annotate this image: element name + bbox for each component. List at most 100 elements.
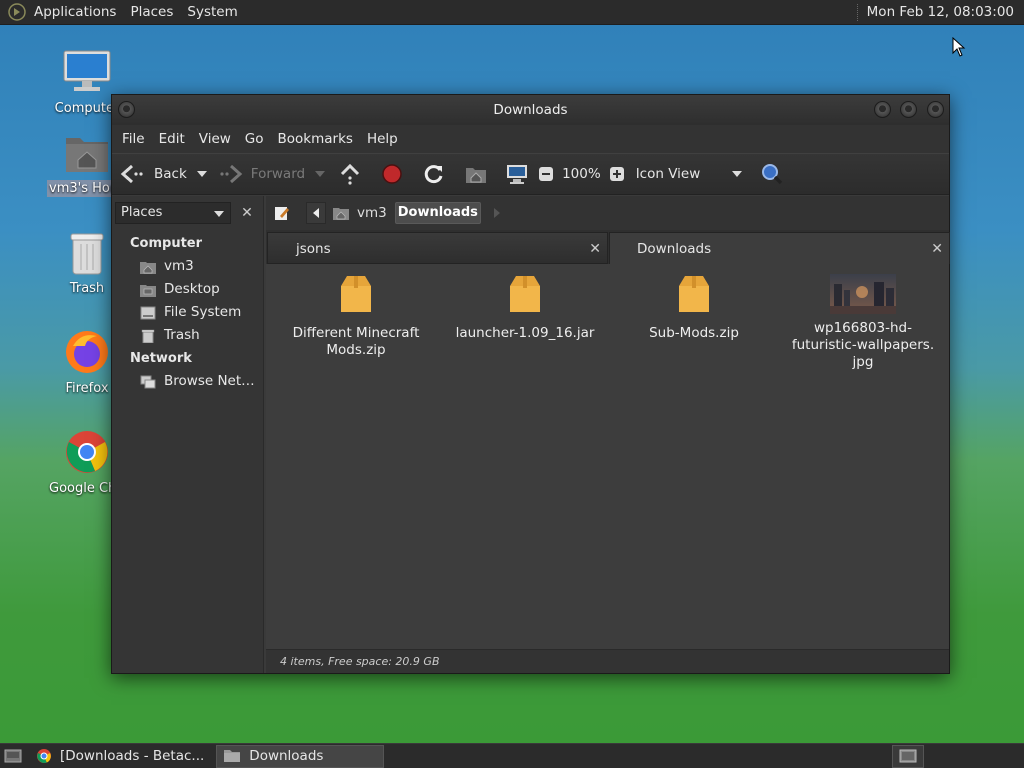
taskbar-item-label: [Downloads - Betac... [60, 748, 205, 764]
menu-view[interactable]: View [192, 131, 238, 147]
workspace-icon [899, 749, 917, 763]
menu-go[interactable]: Go [238, 131, 271, 147]
file-name: Mods.zip [326, 342, 386, 358]
menu-edit[interactable]: Edit [152, 131, 192, 147]
zoom-in-button[interactable] [609, 166, 625, 182]
crumb-downloads[interactable]: Downloads [394, 202, 481, 224]
sidebar-item-file-system[interactable]: File System [112, 301, 262, 324]
system-menu[interactable]: System [180, 0, 244, 25]
file-name: jpg [852, 354, 874, 370]
trash-icon [61, 226, 113, 278]
folder-icon [224, 750, 241, 762]
file-item[interactable]: Sub-Mods.zip [614, 274, 774, 342]
archive-icon [510, 276, 540, 312]
forward-arrow-icon [220, 164, 243, 184]
tab-downloads[interactable]: Downloads ✕ [609, 232, 950, 264]
sidebar-type-select[interactable]: Places [115, 202, 231, 224]
maximize-button[interactable] [900, 101, 917, 118]
reload-icon [424, 165, 443, 184]
tab-bar: jsons ✕ Downloads ✕ [266, 230, 950, 264]
applications-menu[interactable]: Applications [27, 0, 123, 25]
crumb-vm3[interactable]: vm3 [328, 202, 392, 224]
close-button[interactable] [927, 101, 944, 118]
menu-file[interactable]: File [115, 131, 152, 147]
home-button[interactable] [465, 164, 487, 184]
forward-button[interactable]: Forward [219, 163, 305, 185]
tab-jsons[interactable]: jsons ✕ [267, 232, 608, 264]
sidebar-type-label: Places [121, 205, 163, 220]
sidebar-item-label: vm3 [164, 258, 194, 274]
distro-logo-icon[interactable] [7, 3, 27, 21]
home-folder-icon [61, 126, 113, 178]
taskbar-item-browser[interactable]: [Downloads - Betac... [30, 745, 210, 768]
file-name: wp166803-hd- [813, 320, 912, 336]
sidebar-item-vm3[interactable]: vm3 [112, 255, 262, 278]
file-item[interactable]: wp166803-hd- futuristic-wallpapers. jpg [783, 274, 943, 371]
sidebar-item-desktop[interactable]: Desktop [112, 278, 262, 301]
computer-button[interactable] [505, 163, 529, 185]
back-button[interactable]: Back [120, 163, 187, 185]
sidebar-item-browse-network[interactable]: Browse Net… [112, 370, 262, 393]
zoom-out-icon [539, 167, 554, 181]
zoom-out-button[interactable] [538, 166, 554, 182]
zoom-level: 100% [562, 166, 601, 182]
taskbar-item-downloads[interactable]: Downloads [216, 744, 385, 768]
path-scroll-left-button[interactable] [306, 202, 326, 224]
close-icon[interactable]: ✕ [589, 233, 601, 265]
show-desktop-button[interactable] [0, 745, 30, 768]
tab-label: jsons [296, 241, 331, 257]
stop-icon [382, 164, 402, 184]
drive-icon [140, 306, 156, 319]
places-menu[interactable]: Places [123, 0, 180, 25]
mouse-cursor-icon [952, 37, 966, 57]
file-item[interactable]: Different Minecraft Mods.zip [276, 274, 436, 359]
zoom-in-icon [609, 167, 624, 181]
clock[interactable]: Mon Feb 12, 08:03:00 [867, 4, 1024, 20]
home-folder-icon [140, 261, 156, 274]
toolbar: Back Forward 100% Icon View [112, 153, 949, 195]
file-view: Different Minecraft Mods.zip launcher-1.… [266, 264, 949, 649]
back-arrow-icon [120, 164, 143, 184]
file-item[interactable]: launcher-1.09_16.jar [445, 274, 605, 342]
window-title: Downloads [493, 102, 568, 118]
sidebar-item-trash[interactable]: Trash [112, 324, 262, 347]
firefox-icon [61, 326, 113, 378]
close-icon[interactable]: ✕ [931, 233, 943, 265]
sidebar-item-label: File System [164, 304, 242, 320]
desktop-icon-label: Trash [69, 281, 105, 296]
minimize-button[interactable] [874, 101, 891, 118]
toggle-location-entry-button[interactable] [272, 202, 292, 224]
sidebar-heading-computer: Computer [130, 236, 203, 251]
window-titlebar[interactable]: Downloads [112, 95, 949, 125]
chevron-right-icon [493, 208, 500, 218]
back-history-dropdown[interactable] [196, 171, 207, 177]
workspace-switcher[interactable] [892, 744, 924, 768]
file-manager-window: Downloads File Edit View Go Bookmarks He… [111, 94, 950, 674]
menubar: File Edit View Go Bookmarks Help [112, 125, 949, 153]
up-button[interactable] [339, 163, 361, 185]
menu-bookmarks[interactable]: Bookmarks [271, 131, 360, 147]
edit-icon [275, 207, 289, 220]
path-scroll-right-button[interactable] [493, 202, 501, 224]
reload-button[interactable] [423, 163, 445, 185]
search-button[interactable] [760, 162, 784, 186]
chrome-icon [61, 426, 113, 478]
sidebar-close-button[interactable]: ✕ [236, 202, 258, 224]
top-panel: Applications Places System Mon Feb 12, 0… [0, 0, 1024, 25]
forward-history-dropdown[interactable] [315, 171, 326, 177]
view-mode-dropdown-arrow [731, 171, 742, 177]
sidebar-item-label: Trash [164, 327, 200, 343]
forward-label: Forward [250, 166, 306, 182]
menu-help[interactable]: Help [360, 131, 405, 147]
network-icon [140, 375, 156, 388]
chevron-left-icon [313, 208, 319, 218]
window-menu-button[interactable] [118, 101, 135, 118]
image-thumbnail [830, 274, 896, 314]
archive-icon [341, 276, 371, 312]
view-mode-select[interactable]: Icon View [636, 166, 746, 182]
home-folder-icon [466, 168, 487, 183]
computer-icon [507, 165, 528, 184]
tab-label: Downloads [637, 241, 712, 257]
up-arrow-icon [341, 163, 360, 185]
stop-button[interactable] [381, 163, 403, 185]
